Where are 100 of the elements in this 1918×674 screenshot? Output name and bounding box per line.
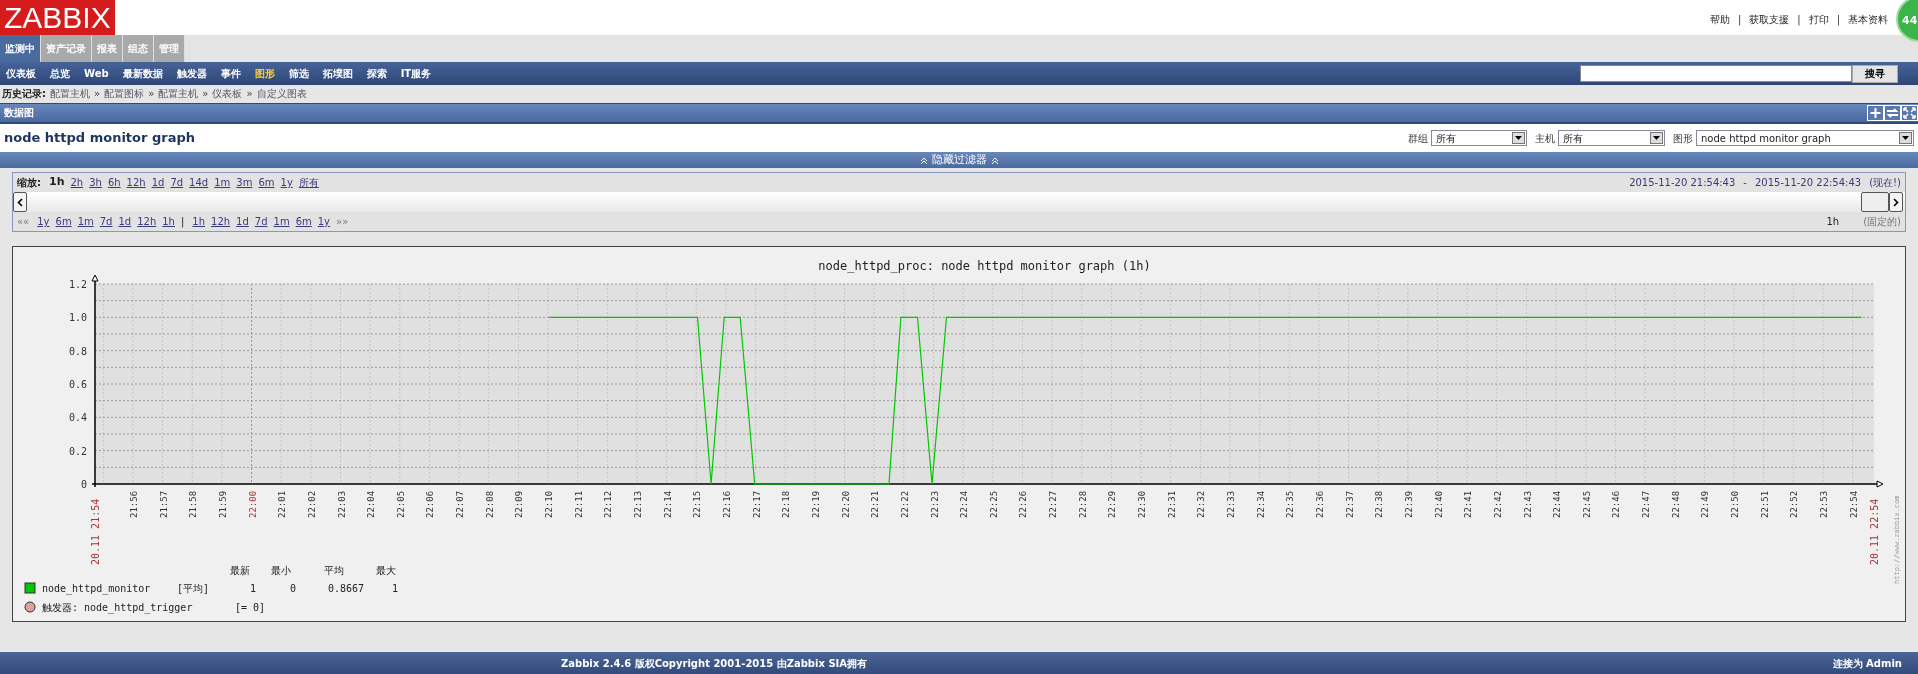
nav-item[interactable]: IT服务 [394,62,440,85]
header-link[interactable]: 帮助 [1709,12,1730,27]
legend-header: 平均 [324,565,344,576]
period-link[interactable]: 7d [254,214,268,229]
separator: | [1836,13,1840,27]
filter-toggle[interactable]: 隐藏过滤器 [931,153,987,167]
chevron-right-icon [1893,197,1899,207]
period-link[interactable]: 7d [99,214,113,229]
nav-item[interactable]: 总览 [44,62,78,85]
nav-item[interactable]: 筛选 [282,62,317,85]
caret-icon [1515,136,1522,140]
chevron-left-icon [17,197,23,207]
breadcrumb-link[interactable]: 自定义图表 [256,85,307,103]
period-link[interactable]: 1m [77,214,94,229]
period-link[interactable]: 12h [211,214,231,229]
period-link[interactable]: 12h [137,214,157,229]
axis-label: 22:19 [810,490,821,518]
breadcrumb-link[interactable]: 仪表板 [212,85,243,103]
axis-label: 22:22 [899,490,910,518]
axis-label: 20.11 21:54 [90,498,101,565]
zoom-option[interactable]: 14d [189,175,209,190]
period-link[interactable]: 1m [273,214,290,229]
axis-label: 22:14 [662,490,673,518]
axis-label: 22:23 [929,490,940,518]
menu-tab[interactable]: 监测中 [0,35,41,62]
add-icon[interactable] [1867,105,1884,121]
scroll-left-button[interactable] [13,192,27,212]
period-link[interactable]: 1d [118,214,132,229]
filter-select[interactable]: node httpd monitor graph [1696,130,1914,146]
nav-item[interactable]: 图形 [248,62,283,85]
separator-label: | [180,215,185,229]
zoom-option[interactable]: 所有 [298,175,319,190]
period-link[interactable]: 1y [37,214,50,229]
period-link[interactable]: 1y [317,214,331,229]
breadcrumb-link[interactable]: 配置主机 [50,85,90,103]
breadcrumb-separator: » [246,87,253,101]
scroll-right-button[interactable] [1889,192,1903,212]
zoom-option[interactable]: 6m [258,175,275,190]
axis-label: 0 [80,479,87,490]
legend-value: 0.8667 [327,583,364,594]
nav-back[interactable]: «« [17,214,30,229]
header-link[interactable]: 获取支援 [1749,12,1790,27]
axis-label: 22:37 [1344,490,1355,518]
period-link[interactable]: 1h [162,214,175,229]
nav-item[interactable]: 探索 [360,62,395,85]
period-link[interactable]: 6m [55,214,72,229]
axis-label: 20.11 22:54 [1869,498,1880,565]
nav-item[interactable]: Web [78,62,117,85]
fixed-toggle[interactable]: (固定的) [1863,214,1901,229]
axis-label: 22:25 [988,490,999,518]
zoom-option[interactable]: 12h [126,175,146,190]
period-length: 1h [1826,215,1840,229]
period-link[interactable]: 6m [295,214,312,229]
axis-label: 22:15 [692,490,703,518]
zoom-option[interactable]: 1m [214,175,231,190]
breadcrumb-link[interactable]: 配置主机 [158,85,199,103]
axis-label: 22:42 [1492,490,1503,518]
nav-item[interactable]: 事件 [214,62,249,85]
axis-label: 22:39 [1403,490,1414,518]
breadcrumb-link[interactable]: 配置图标 [104,85,145,103]
zoom-option[interactable]: 3m [236,175,253,190]
legend-name: node_httpd_monitor [42,583,151,594]
header-link[interactable]: 基本资料 [1848,12,1888,27]
axis-label: 22:01 [277,490,288,518]
zoom-option[interactable]: 6h [107,175,121,190]
nav-item[interactable]: 触发器 [170,62,215,85]
breadcrumb-separator: » [94,87,101,101]
fullscreen-icon[interactable] [1901,105,1918,121]
axis-label: 22:32 [1196,490,1207,518]
legend-header: 最大 [376,565,396,576]
search-button[interactable]: 搜寻 [1852,64,1898,83]
zoom-option[interactable]: 3h [89,175,102,190]
axis-label: 0.6 [68,379,87,390]
nav-forward[interactable]: »» [336,214,349,229]
zoom-option[interactable]: 2h [70,175,84,190]
search-field[interactable] [1580,65,1852,82]
nav-item[interactable]: 拓墣图 [316,62,361,85]
zoom-option[interactable]: 7d [170,175,184,190]
header-link[interactable]: 打印 [1808,12,1829,27]
chevron-up-icon[interactable] [990,155,999,165]
filter-select[interactable]: 所有 [1558,130,1665,146]
section-title: 数据图 [4,106,34,120]
axis-label: 22:10 [544,490,555,518]
timeline-handle[interactable] [1861,192,1889,212]
axis-label: 21:56 [128,490,139,518]
axis-label: 22:34 [1255,490,1266,518]
axis-label: 22:40 [1433,490,1444,518]
zoom-option[interactable]: 1d [151,175,165,190]
zoom-option[interactable]: 1y [280,175,293,190]
nav-item[interactable]: 最新数据 [116,62,171,85]
zoom-option[interactable]: 1h [49,174,65,191]
period-link[interactable]: 1h [192,214,206,229]
nav-item[interactable]: 仪表板 [0,62,44,85]
filter-select[interactable]: 所有 [1431,130,1527,146]
period-link[interactable]: 1d [236,214,249,229]
period-separator: - [1743,176,1747,190]
axis-label: 22:28 [1077,490,1088,518]
chevron-up-icon[interactable] [919,155,928,165]
axis-label: 21:58 [188,490,199,518]
axis-label: 22:06 [425,490,436,518]
